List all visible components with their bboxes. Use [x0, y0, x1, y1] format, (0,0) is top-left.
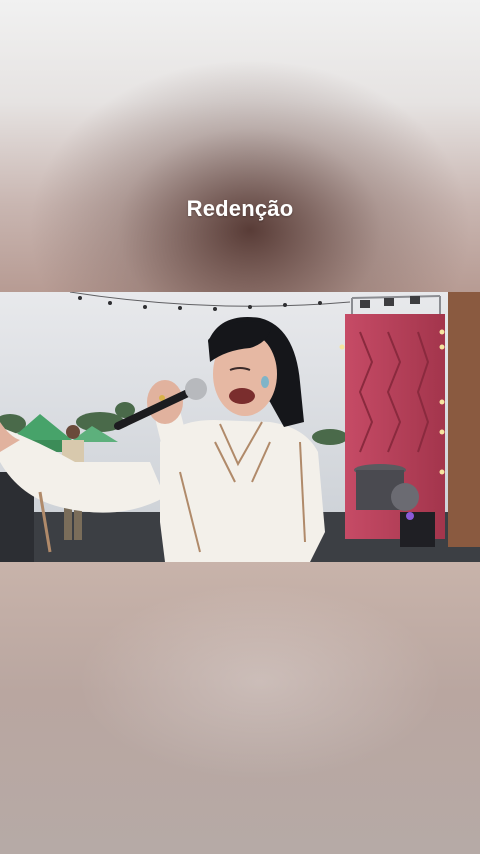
video-player[interactable] — [0, 292, 480, 562]
wooden-wall — [448, 292, 480, 547]
story-viewer: Redenção — [0, 0, 480, 854]
earring — [261, 376, 269, 388]
blurred-background-bottom — [0, 562, 480, 854]
concert-scene — [0, 292, 480, 562]
blurred-background-top — [0, 0, 480, 292]
purple-light — [406, 512, 414, 520]
background-person — [66, 425, 80, 439]
story-caption: Redenção — [186, 196, 294, 221]
monitor-speaker — [400, 512, 435, 547]
